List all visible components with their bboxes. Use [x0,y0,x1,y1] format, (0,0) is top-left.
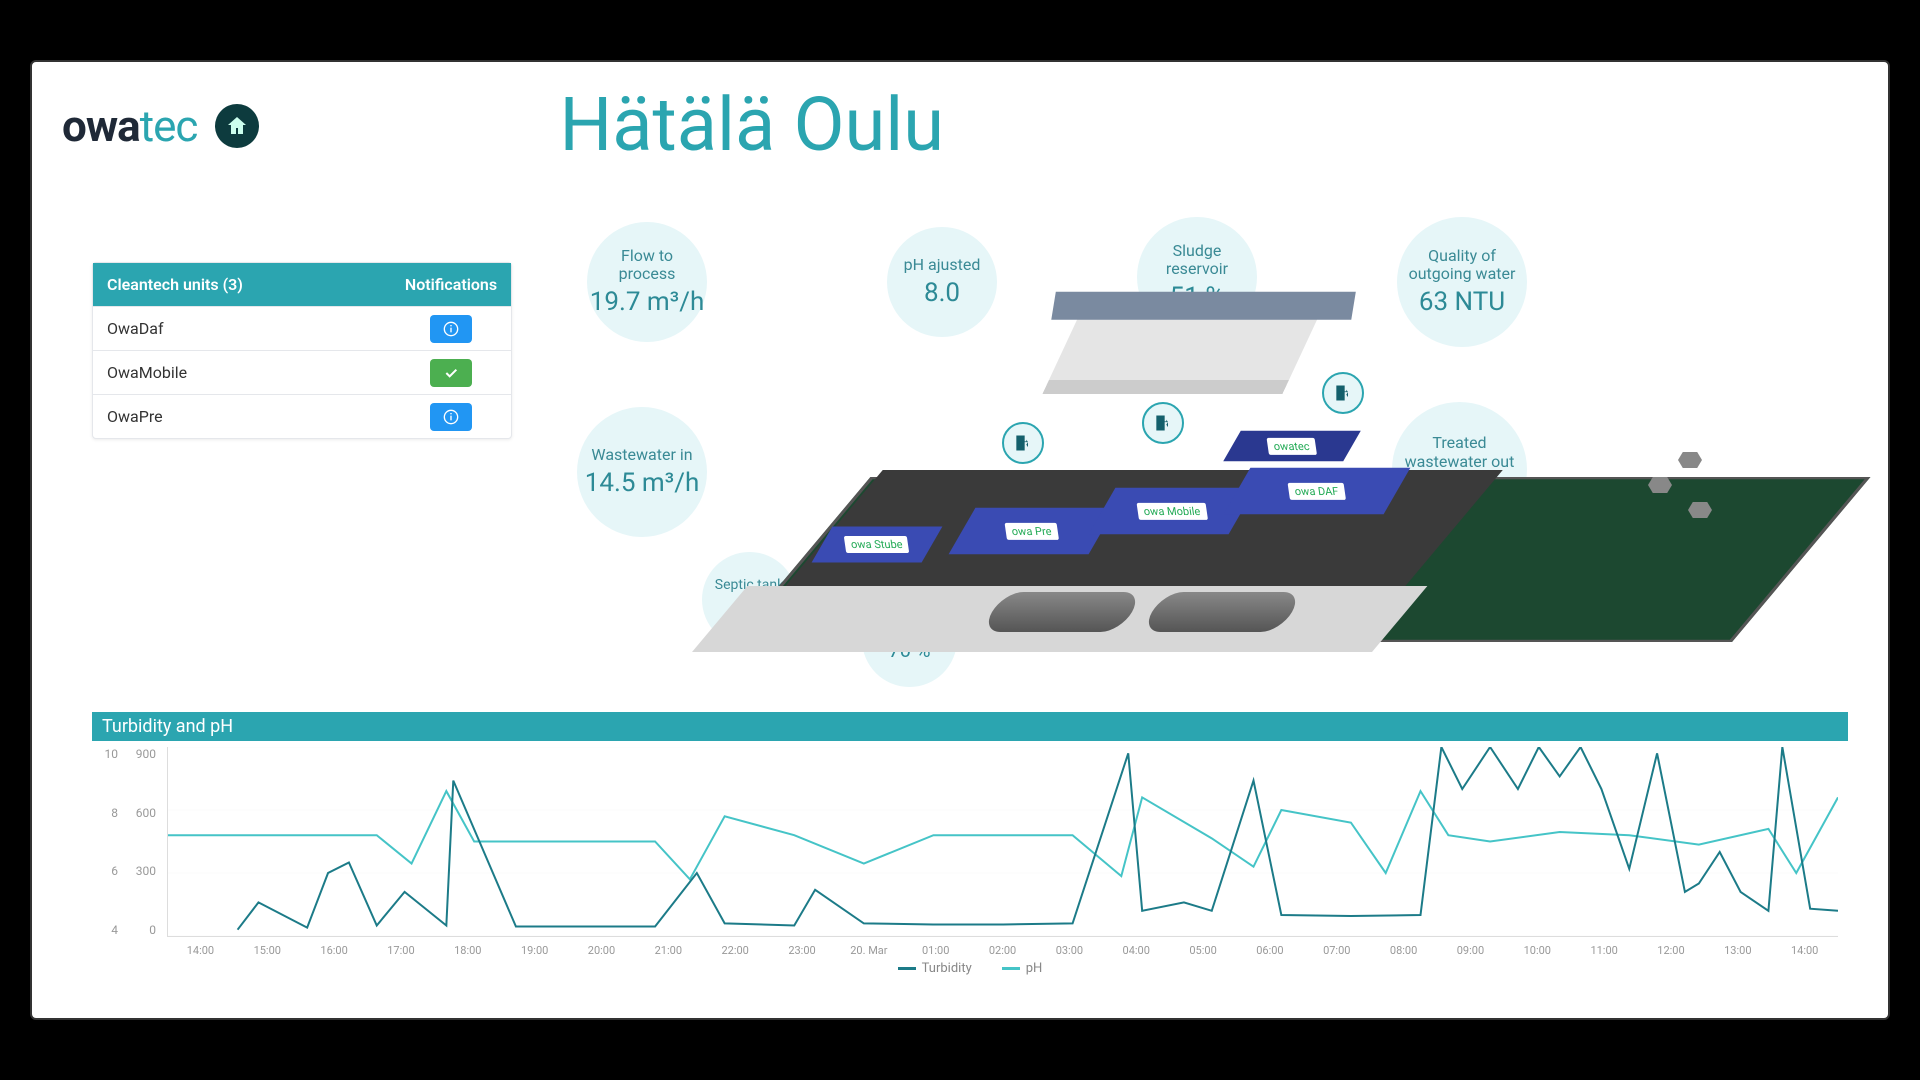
plot-area [167,747,1838,937]
bubble-label: Wastewater in [591,446,692,464]
legend-swatch [898,967,916,970]
legend-swatch [1002,967,1020,970]
home-icon [225,114,249,138]
notification-badge-info[interactable] [430,403,472,431]
y-axis-turbidity: 9006003000 [122,747,156,937]
table-row[interactable]: OwaMobile [93,350,511,394]
units-header: Cleantech units (3) Notifications [93,263,511,306]
bubble-wastewater-in: Wastewater in 14.5 m³/h [577,407,707,537]
info-icon [443,321,459,337]
notification-badge-ok[interactable] [430,359,472,387]
bubble-label: Quality of outgoing water [1405,247,1519,284]
brand-text: owatec [62,100,197,152]
chart-area[interactable]: 10864 9006003000 14:0015:0016:0017:0018:… [92,747,1848,957]
chart-panel: Turbidity and pH 10864 9006003000 14:001… [92,712,1848,992]
check-icon [443,365,459,381]
fish-icon [1648,477,1672,493]
units-header-name: Cleantech units (3) [93,263,391,306]
container-tag: owatec [1267,438,1317,455]
bubble-label: Flow to process [595,247,699,284]
container-tag: owa Pre [1005,523,1059,540]
fish-icon [1688,502,1712,518]
table-row[interactable]: OwaDaf [93,306,511,350]
enter-unit-button[interactable] [1322,372,1364,414]
bubble-ph: pH ajusted 8.0 [887,227,997,337]
container-tag: owa Stube [844,536,910,553]
chart-title: Turbidity and pH [92,712,1848,741]
bubble-value: 63 NTU [1419,287,1505,317]
bubble-label: Sludge reservoir [1145,242,1249,279]
brand-tec: tec [140,100,198,152]
bubble-label: pH ajusted [904,256,981,274]
notification-badge-info[interactable] [430,315,472,343]
legend-turbidity: Turbidity [898,961,972,976]
brand-owa: owa [62,100,140,152]
enter-unit-button[interactable] [1142,402,1184,444]
bubble-value: 14.5 m³/h [585,468,700,498]
container-owastube: owa Stube [812,527,943,563]
table-row[interactable]: OwaPre [93,394,511,438]
container-owadaf: owa DAF [1224,468,1411,514]
chart-legend: Turbidity pH [92,961,1848,976]
door-enter-icon [1333,383,1353,403]
header: owatec Hätälä Oulu [62,82,1858,169]
fish-icon [1678,452,1702,468]
legend-ph: pH [1002,961,1043,976]
x-axis: 14:0015:0016:0017:0018:0019:0020:0021:00… [167,944,1838,957]
container-tag: owa DAF [1288,483,1346,500]
container-tag: owa Mobile [1137,503,1208,520]
bubble-value: 8.0 [924,278,960,308]
unit-name: OwaMobile [93,351,391,394]
app-frame: owatec Hätälä Oulu Cleantech units (3) N… [30,60,1890,1020]
page-title: Hätälä Oulu [559,82,944,169]
legend-label: pH [1026,961,1043,976]
bubble-value: 19.7 m³/h [590,287,705,317]
units-panel: Cleantech units (3) Notifications OwaDaf… [92,262,512,439]
chart-svg [168,747,1838,936]
legend-label: Turbidity [922,961,972,976]
bubble-flow-to-process: Flow to process 19.7 m³/h [587,222,707,342]
unit-name: OwaPre [93,395,391,438]
door-enter-icon [1013,433,1033,453]
door-enter-icon [1153,413,1173,433]
plant-illustration: owa Stube owa Pre owa Mobile owa DAF owa… [732,322,1732,682]
building [1042,310,1321,394]
units-header-note: Notifications [391,263,511,306]
info-icon [443,409,459,425]
y-axis-ph: 10864 [96,747,118,937]
container-owatec: owatec [1223,431,1361,461]
home-button[interactable] [215,104,259,148]
enter-unit-button[interactable] [1002,422,1044,464]
brand-logo: owatec [62,100,259,152]
unit-name: OwaDaf [93,307,391,350]
